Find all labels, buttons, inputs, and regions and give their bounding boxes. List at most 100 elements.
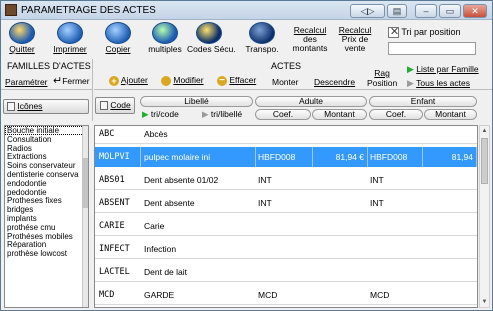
cell-libelle: Dent absente 01/02 (144, 175, 219, 185)
cell-enfant-montant (425, 285, 477, 305)
scroll-down-icon[interactable]: ▼ (480, 297, 489, 307)
parametrer-button[interactable]: Paramétrer (5, 77, 48, 87)
tri-libelle-option[interactable]: ▶ tri/libellé (202, 109, 242, 120)
familles-list[interactable]: Bouche initiale Consultation Radios Extract… (4, 125, 89, 308)
cell-adulte-montant: 81,94 € (313, 147, 368, 167)
table-row[interactable]: MCD GARDE MCD MCD (95, 285, 477, 305)
cell-libelle: Dent absente (144, 198, 195, 208)
green-arrow-icon: ▶ (407, 64, 414, 74)
cell-code: MOLPVI (99, 147, 141, 167)
tous-les-actes-option[interactable]: ▶ Tous les actes (407, 78, 470, 89)
tri-libelle-label: tri/libellé (210, 109, 243, 119)
descendre-button[interactable]: Descendre (314, 77, 355, 87)
copier-button[interactable]: Copier (101, 21, 135, 54)
cell-enfant-coef: INT (370, 175, 384, 185)
famille-list-item[interactable]: Radios (5, 144, 88, 153)
enfant-coef-header: Coef. (369, 109, 423, 120)
recalcul-prix-button[interactable]: Recalcul Prix de vente (335, 26, 375, 53)
famille-list-item[interactable]: Prothéses mobiles (5, 232, 88, 241)
table-row[interactable]: LACTEL Dent de lait (95, 262, 477, 282)
libelle-header[interactable]: Libellé (140, 96, 253, 107)
modifier-button[interactable]: Modifier (161, 75, 204, 86)
ajouter-button[interactable]: + Ajouter (109, 75, 148, 86)
famille-list-item[interactable]: Protheses fixes (5, 196, 88, 205)
navigate-button[interactable]: ◁▷ (350, 4, 385, 18)
green-arrow-icon: ▶ (142, 109, 149, 119)
cell-adulte-coef (258, 216, 313, 236)
rag-label: Rag (374, 68, 390, 78)
cell-enfant-coef (370, 262, 423, 282)
codes-secu-icon (196, 22, 222, 44)
actes-table[interactable]: ABC Abcès MOLPVI pulpec molaire ini HBFD008 8… (94, 125, 478, 308)
code-sort-button[interactable]: Code (95, 97, 135, 114)
title-bar: PARAMETRAGE DES ACTES ◁▷ ▤ – ▭ ✕ (1, 1, 492, 20)
maximize-button[interactable]: ▭ (439, 4, 461, 18)
famille-list-item[interactable]: dentisterie conserva (5, 170, 88, 179)
famille-list-item[interactable]: prothése cmu (5, 223, 88, 232)
liste-par-famille-option[interactable]: ▶ Liste par Famille (407, 64, 479, 75)
table-row[interactable]: ABSENT Dent absente INT INT (95, 193, 477, 213)
cell-adulte-coef: INT (258, 198, 272, 208)
recalcul-prix-line3: vente (344, 43, 366, 53)
cell-libelle: Infection (144, 244, 177, 254)
cell-enfant-coef: HBFD008 (370, 147, 423, 167)
famille-list-item[interactable]: bridges (5, 205, 88, 214)
famille-list-item[interactable]: implants (5, 214, 88, 223)
grey-arrow-icon: ▶ (202, 109, 209, 119)
window-title: PARAMETRAGE DES ACTES (21, 5, 156, 16)
transpo-label: Transpo. (245, 44, 279, 54)
minimize-button[interactable]: – (415, 4, 437, 18)
printer-icon (57, 22, 83, 44)
transpo-button[interactable]: Transpo. (244, 21, 280, 54)
cell-enfant-montant (425, 193, 477, 213)
minus-icon: − (217, 75, 227, 86)
codes-secu-button[interactable]: Codes Sécu. (187, 21, 236, 54)
actes-scrollbar[interactable]: ▲ ▼ (479, 125, 490, 308)
fermer-button[interactable]: ↵Fermer (53, 74, 90, 87)
table-row[interactable]: MOLPVI pulpec molaire ini HBFD008 81,94 € HB… (95, 147, 477, 167)
table-row[interactable]: CARIE Carie (95, 216, 477, 236)
familles-scrollbar[interactable] (82, 126, 88, 307)
multiples-button[interactable]: multiples (146, 21, 184, 54)
tri-position-toggle[interactable]: ✕ Tri par position (388, 26, 461, 39)
close-button[interactable]: ✕ (463, 4, 487, 18)
famille-list-item[interactable]: Réparation (5, 240, 88, 249)
effacer-button[interactable]: − Effacer (217, 75, 256, 86)
cell-adulte-coef: MCD (258, 290, 278, 300)
layout-button[interactable]: ▤ (387, 4, 407, 18)
famille-list-item[interactable]: Bouche initiale (5, 126, 88, 135)
cell-libelle: Abcès (144, 129, 168, 139)
famille-list-item[interactable]: Consultation (5, 135, 88, 144)
cell-code: ABSENT (99, 198, 130, 208)
cell-adulte-montant (313, 170, 368, 190)
famille-list-item[interactable]: prothèse lowcost (5, 249, 88, 258)
quitter-button[interactable]: Quitter (5, 21, 39, 54)
cell-code: CARIE (99, 221, 125, 231)
rag-position-button[interactable]: Rag Position (367, 68, 397, 88)
recalcul-montants-button[interactable]: Recalcul des montants (290, 26, 330, 53)
cell-adulte-coef (258, 239, 313, 259)
famille-list-item[interactable]: Soins conservateur (5, 161, 88, 170)
cell-enfant-montant: 81,94 (425, 147, 477, 167)
table-row[interactable]: ABS01 Dent absente 01/02 INT INT (95, 170, 477, 190)
multiples-icon (152, 22, 178, 44)
cell-adulte-montant (313, 216, 368, 236)
famille-list-item[interactable]: pedodontie (5, 188, 88, 197)
imprimer-button[interactable]: Imprimer (53, 21, 87, 54)
search-input[interactable] (388, 42, 476, 55)
cell-adulte-montant (313, 262, 368, 282)
table-row[interactable]: ABC Abcès (95, 126, 477, 144)
tri-position-checkbox[interactable]: ✕ (388, 26, 399, 39)
cell-enfant-coef (370, 216, 423, 236)
familles-scroll-thumb[interactable] (82, 158, 88, 208)
famille-list-item[interactable]: Extractions (5, 152, 88, 161)
table-row[interactable]: INFECT Infection (95, 239, 477, 259)
actes-scroll-thumb[interactable] (481, 138, 488, 184)
monter-button[interactable]: Monter (272, 77, 298, 87)
actes-title: ACTES (271, 61, 302, 71)
icones-button[interactable]: Icônes (3, 99, 89, 114)
scroll-up-icon[interactable]: ▲ (480, 126, 489, 136)
tri-code-option[interactable]: ▶ tri/code (142, 109, 179, 120)
code-header-label: Code (110, 100, 131, 110)
famille-list-item[interactable]: endodontie (5, 179, 88, 188)
